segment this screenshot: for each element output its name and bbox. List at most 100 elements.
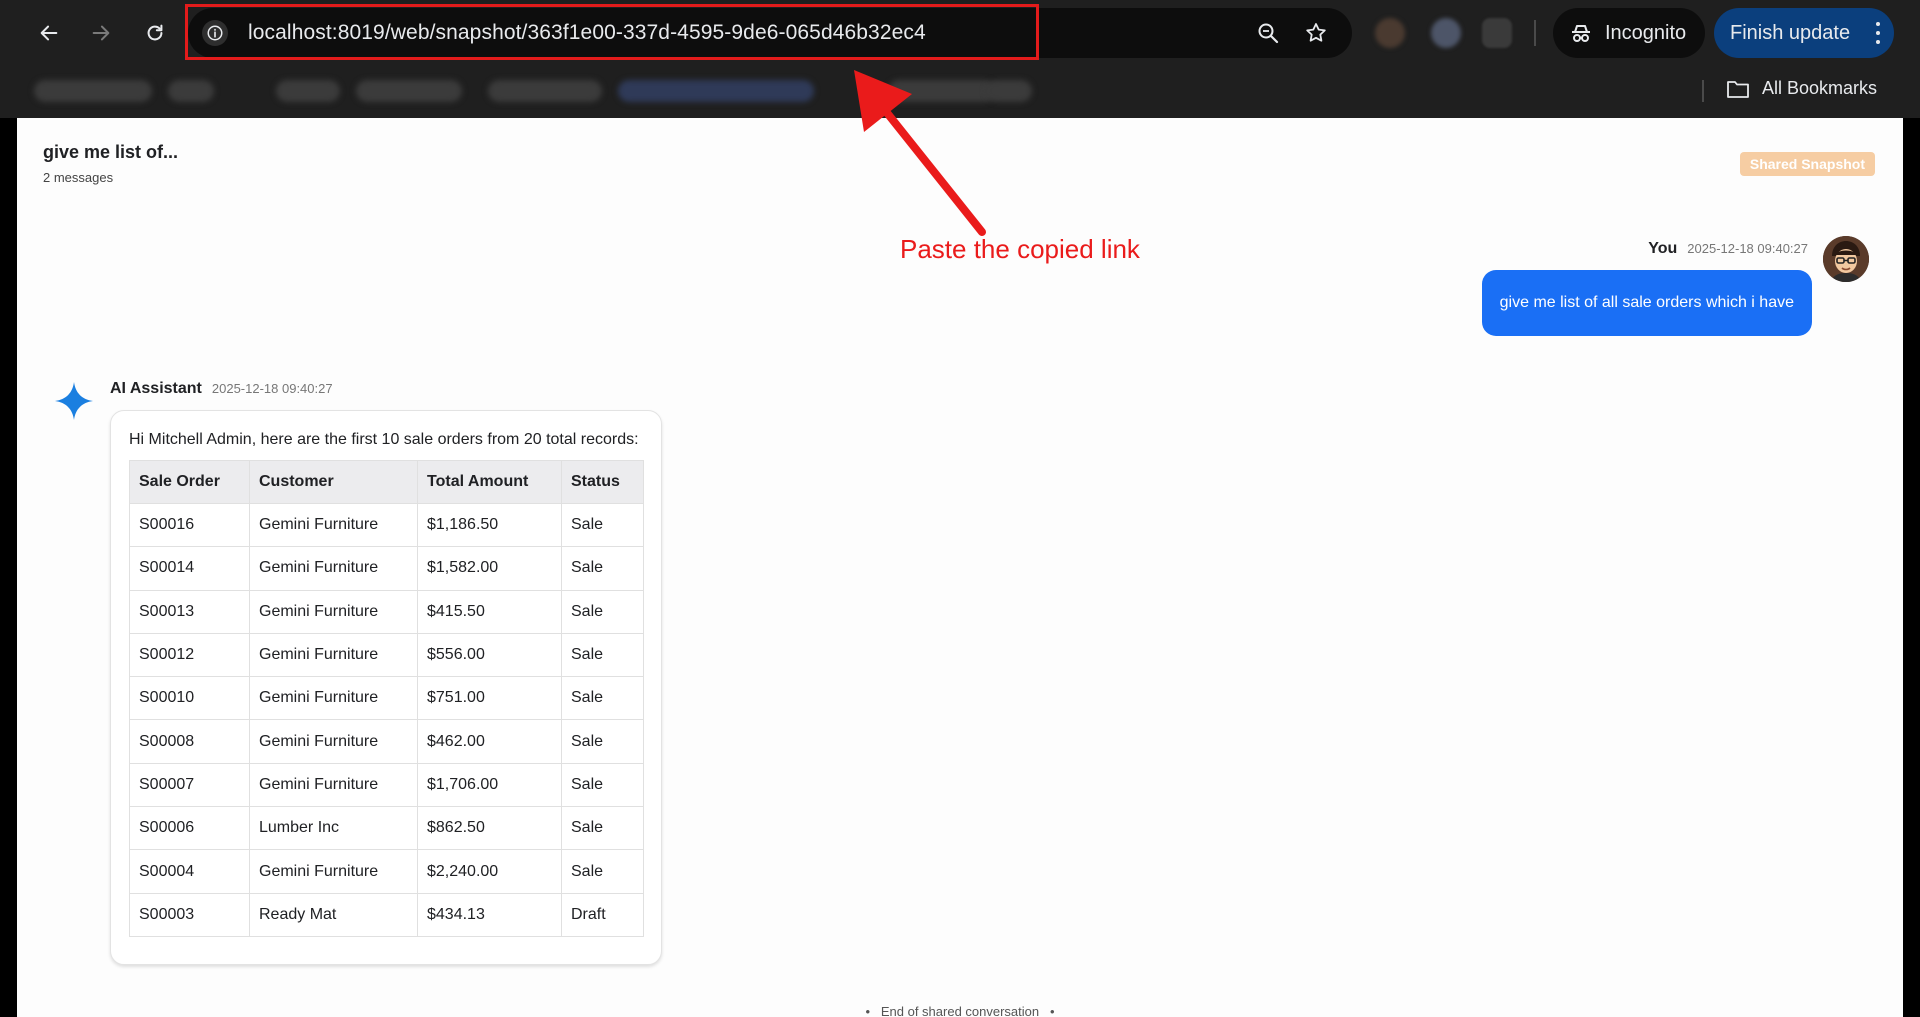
table-cell: Sale [561, 546, 644, 591]
table-cell: S00007 [129, 762, 250, 808]
back-button[interactable] [32, 16, 66, 50]
table-row: S00012 Gemini Furniture $556.00 Sale [129, 632, 644, 678]
bookmark-item[interactable] [488, 80, 602, 102]
forward-arrow-icon [92, 25, 110, 41]
finish-update-button[interactable]: Finish update [1714, 8, 1894, 58]
shared-snapshot-badge: Shared Snapshot [1739, 152, 1875, 176]
table-cell: Sale [561, 502, 644, 548]
forward-button[interactable] [84, 16, 118, 50]
table-cell: Lumber Inc [249, 806, 418, 851]
bookmark-item[interactable] [618, 80, 814, 102]
table-row: S00006 Lumber Inc $862.50 Sale [129, 806, 644, 851]
table-cell: S00014 [129, 546, 250, 591]
table-cell: Sale [561, 719, 644, 764]
end-of-conversation-note: • End of shared conversation • [17, 1004, 1903, 1017]
bookmark-star-icon[interactable] [1304, 21, 1328, 45]
ai-sparkle-icon [55, 382, 93, 420]
column-header: Total Amount [417, 460, 562, 504]
table-row: S00016 Gemini Furniture $1,186.50 Sale [129, 502, 644, 548]
table-cell: Ready Mat [249, 892, 418, 937]
bullet-dot: • [1049, 1004, 1055, 1017]
bullet-dot: • [865, 1004, 871, 1017]
ai-message-card: Hi Mitchell Admin, here are the first 10… [110, 410, 662, 965]
table-cell: Gemini Furniture [249, 719, 418, 764]
table-cell: $434.13 [417, 892, 562, 937]
user-message-meta: You 2025-12-18 09:40:27 [1648, 240, 1808, 258]
conversation-title: give me list of... [43, 142, 179, 162]
annotation-arrow-icon [854, 70, 986, 236]
table-header-row: Sale Order Customer Total Amount Status [129, 460, 644, 504]
url-highlight-box [185, 4, 1039, 60]
table-cell: S00004 [129, 849, 250, 894]
table-cell: S00006 [129, 806, 250, 851]
incognito-label: Incognito [1605, 21, 1687, 44]
column-header: Customer [249, 460, 418, 504]
table-cell: Sale [561, 632, 644, 678]
all-bookmarks-button[interactable]: All Bookmarks [1726, 78, 1877, 99]
bookmark-item[interactable] [276, 80, 340, 102]
user-sender: You [1648, 240, 1678, 257]
table-cell: Gemini Furniture [249, 546, 418, 591]
sale-orders-table: Sale Order Customer Total Amount Status … [129, 460, 644, 937]
table-cell: $751.00 [417, 676, 562, 721]
table-cell: Gemini Furniture [249, 502, 418, 548]
table-row: S00003 Ready Mat $434.13 Draft [129, 892, 644, 937]
bookmark-item[interactable] [356, 80, 462, 102]
table-row: S00007 Gemini Furniture $1,706.00 Sale [129, 762, 644, 808]
table-cell: Gemini Furniture [249, 849, 418, 894]
ai-intro-text: Hi Mitchell Admin, here are the first 10… [129, 431, 639, 448]
bookmark-item[interactable] [34, 80, 152, 102]
table-cell: $556.00 [417, 632, 562, 678]
extension-icon[interactable] [1375, 18, 1405, 48]
table-cell: Gemini Furniture [249, 676, 418, 721]
incognito-button[interactable]: Incognito [1553, 8, 1705, 58]
table-cell: Gemini Furniture [249, 632, 418, 678]
bookmarks-divider [1702, 80, 1704, 102]
extension-icon[interactable] [1482, 18, 1512, 48]
table-cell: $415.50 [417, 589, 562, 634]
zoom-icon[interactable] [1256, 21, 1280, 45]
more-vert-icon[interactable] [1876, 22, 1880, 44]
table-cell: $1,186.50 [417, 502, 562, 548]
reload-button[interactable] [138, 16, 172, 50]
table-cell: $462.00 [417, 719, 562, 764]
table-cell: Sale [561, 589, 644, 634]
back-arrow-icon [40, 25, 58, 41]
table-cell: S00003 [129, 892, 250, 937]
user-message-bubble: give me list of all sale orders which i … [1481, 270, 1812, 336]
table-cell: Gemini Furniture [249, 762, 418, 808]
table-cell: $2,240.00 [417, 849, 562, 894]
table-cell: $1,706.00 [417, 762, 562, 808]
incognito-icon [1572, 25, 1590, 42]
table-cell: $1,582.00 [417, 546, 562, 591]
table-row: S00013 Gemini Furniture $415.50 Sale [129, 589, 644, 634]
table-cell: Sale [561, 806, 644, 851]
table-cell: Sale [561, 676, 644, 721]
table-cell: S00010 [129, 676, 250, 721]
folder-icon [1727, 80, 1749, 98]
ai-timestamp: 2025-12-18 09:40:27 [211, 381, 333, 396]
extension-icon[interactable] [1431, 18, 1461, 48]
reload-icon [147, 24, 163, 41]
table-cell: $862.50 [417, 806, 562, 851]
table-cell: Sale [561, 849, 644, 894]
annotation-label: Paste the copied link [900, 234, 1140, 264]
table-cell: Sale [561, 762, 644, 808]
avatar [1823, 236, 1869, 282]
column-header: Status [561, 460, 644, 504]
table-cell: Gemini Furniture [249, 589, 418, 634]
table-row: S00014 Gemini Furniture $1,582.00 Sale [129, 546, 644, 591]
table-row: S00010 Gemini Furniture $751.00 Sale [129, 676, 644, 721]
table-cell: S00008 [129, 719, 250, 764]
bookmark-item[interactable] [168, 80, 214, 102]
table-cell: S00013 [129, 589, 250, 634]
all-bookmarks-label: All Bookmarks [1762, 78, 1878, 98]
toolbar-divider [1534, 20, 1536, 46]
table-row: S00004 Gemini Furniture $2,240.00 Sale [129, 849, 644, 894]
table-cell: S00012 [129, 632, 250, 678]
user-timestamp: 2025-12-18 09:40:27 [1687, 241, 1808, 256]
end-note-text: End of shared conversation [880, 1004, 1040, 1017]
table-cell: S00016 [129, 502, 250, 548]
user-avatar-icon [1823, 236, 1869, 282]
ai-message-meta: AI Assistant 2025-12-18 09:40:27 [110, 380, 333, 398]
